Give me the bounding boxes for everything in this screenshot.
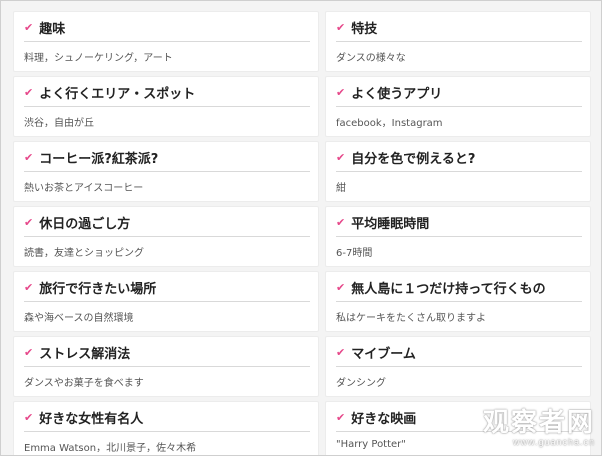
card-title-row: ✔ 趣味 (24, 18, 310, 42)
card-value: 渋谷，自由が丘 (24, 118, 94, 129)
card-value: 料理，シュノーケリング，アート (24, 53, 173, 64)
profile-card-my-boom: ✔ マイブーム ダンシング (325, 336, 591, 397)
profile-card-travel: ✔ 旅行で行きたい場所 森や海ベースの自然環境 (13, 271, 319, 332)
card-title: よく行くエリア・スポット (39, 87, 196, 102)
profile-card-coffee-or-tea: ✔ コーヒー派?紅茶派? 熱いお茶とアイスコーヒー (13, 141, 319, 202)
profile-grid: ✔ 趣味 料理，シュノーケリング，アート ✔ 特技 ダンスの様々な ✔ よく行く… (13, 11, 591, 455)
profile-card-apps: ✔ よく使うアプリ facebook，Instagram (325, 76, 591, 137)
profile-card-desert-island: ✔ 無人島に１つだけ持って行くもの 私はケーキをたくさん取りますよ (325, 271, 591, 332)
card-title-row: ✔ コーヒー派?紅茶派? (24, 148, 310, 172)
checkmark-icon: ✔ (24, 411, 34, 424)
card-value: ダンスやお菓子を食べます (24, 378, 144, 389)
checkmark-icon: ✔ (336, 411, 346, 424)
card-value: 6-7時間 (336, 248, 373, 259)
card-title: 平均睡眠時間 (351, 217, 430, 232)
profile-card-skill: ✔ 特技 ダンスの様々な (325, 11, 591, 72)
card-title-row: ✔ 自分を色で例えると? (336, 148, 582, 172)
checkmark-icon: ✔ (336, 151, 346, 164)
card-title-row: ✔ 休日の過ごし方 (24, 213, 310, 237)
profile-card-sleep: ✔ 平均睡眠時間 6-7時間 (325, 206, 591, 267)
profile-card-hobby: ✔ 趣味 料理，シュノーケリング，アート (13, 11, 319, 72)
profile-card-stress-relief: ✔ ストレス解消法 ダンスやお菓子を食べます (13, 336, 319, 397)
profile-card-area: ✔ よく行くエリア・スポット 渋谷，自由が丘 (13, 76, 319, 137)
card-title-row: ✔ よく行くエリア・スポット (24, 83, 310, 107)
site-watermark: 观察者网 www.guancha.cn (483, 409, 595, 447)
card-title-row: ✔ 旅行で行きたい場所 (24, 278, 310, 302)
checkmark-icon: ✔ (24, 281, 34, 294)
card-title: 趣味 (39, 22, 66, 37)
card-title: 好きな女性有名人 (39, 412, 144, 427)
card-value: 私はケーキをたくさん取りますよ (336, 313, 486, 324)
card-value: 熱いお茶とアイスコーヒー (24, 183, 144, 194)
checkmark-icon: ✔ (336, 21, 346, 34)
profile-card-holiday: ✔ 休日の過ごし方 読書，友達とショッピング (13, 206, 319, 267)
card-title-row: ✔ ストレス解消法 (24, 343, 310, 367)
card-title-row: ✔ 特技 (336, 18, 582, 42)
card-value: facebook，Instagram (336, 118, 443, 129)
watermark-url: www.guancha.cn (512, 437, 595, 447)
card-value: 森や海ベースの自然環境 (24, 313, 134, 324)
card-title: ストレス解消法 (39, 347, 131, 362)
card-title: 好きな映画 (351, 412, 417, 427)
card-title-row: ✔ 平均睡眠時間 (336, 213, 582, 237)
checkmark-icon: ✔ (336, 346, 346, 359)
checkmark-icon: ✔ (336, 216, 346, 229)
card-title: コーヒー派?紅茶派? (39, 152, 159, 167)
card-title-row: ✔ よく使うアプリ (336, 83, 582, 107)
checkmark-icon: ✔ (24, 86, 34, 99)
checkmark-icon: ✔ (336, 281, 346, 294)
profile-card-favorite-celebrity: ✔ 好きな女性有名人 Emma Watson，北川景子，佐々木希 (13, 401, 319, 455)
card-title: マイブーム (351, 347, 416, 362)
checkmark-icon: ✔ (24, 21, 34, 34)
checkmark-icon: ✔ (24, 151, 34, 164)
checkmark-icon: ✔ (24, 346, 34, 359)
card-title-row: ✔ 無人島に１つだけ持って行くもの (336, 278, 582, 302)
profile-card-color: ✔ 自分を色で例えると? 紺 (325, 141, 591, 202)
card-title: 休日の過ごし方 (39, 217, 131, 232)
card-value: ダンスの様々な (336, 53, 406, 64)
card-title: 自分を色で例えると? (351, 152, 476, 167)
checkmark-icon: ✔ (336, 86, 346, 99)
card-value: ダンシング (336, 378, 386, 389)
card-title-row: ✔ 好きな女性有名人 (24, 408, 310, 432)
card-title: よく使うアプリ (351, 87, 443, 102)
card-title: 無人島に１つだけ持って行くもの (351, 282, 546, 297)
card-title-row: ✔ マイブーム (336, 343, 582, 367)
checkmark-icon: ✔ (24, 216, 34, 229)
card-title: 特技 (351, 22, 378, 37)
profile-frame: ✔ 趣味 料理，シュノーケリング，アート ✔ 特技 ダンスの様々な ✔ よく行く… (0, 0, 602, 456)
card-title: 旅行で行きたい場所 (39, 282, 157, 297)
card-value: Emma Watson，北川景子，佐々木希 (24, 443, 197, 454)
card-value: 読書，友達とショッピング (24, 248, 144, 259)
card-value: 紺 (336, 183, 346, 194)
watermark-text: 观察者网 (482, 408, 595, 438)
